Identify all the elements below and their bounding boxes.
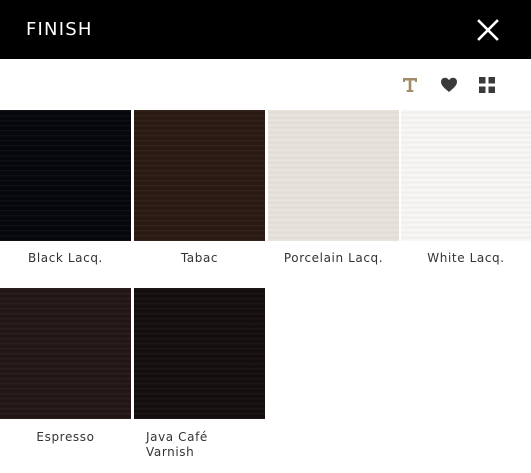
close-icon[interactable] bbox=[476, 18, 500, 42]
swatch-tabac[interactable] bbox=[134, 110, 265, 241]
swatch-label: Tabac bbox=[180, 251, 219, 265]
page-title: FINISH bbox=[26, 19, 93, 40]
view-toolbar bbox=[0, 59, 531, 110]
heart-icon[interactable] bbox=[440, 76, 458, 94]
swatch-white-lacq[interactable] bbox=[401, 110, 531, 241]
swatch-java-cafe-varnish[interactable] bbox=[134, 288, 265, 419]
swatch-label: Black Lacq. bbox=[28, 251, 103, 265]
swatch-black-lacq[interactable] bbox=[0, 110, 131, 241]
finish-header: FINISH bbox=[0, 0, 531, 59]
swatch-label: Porcelain Lacq. bbox=[283, 251, 384, 265]
swatch-porcelain-lacq[interactable] bbox=[268, 110, 399, 241]
swatch-label: Java Café Varnish bbox=[146, 430, 208, 459]
text-icon[interactable] bbox=[401, 76, 419, 94]
swatch-label: Espresso bbox=[36, 430, 95, 444]
swatch-label: White Lacq. bbox=[427, 251, 505, 265]
swatch-espresso[interactable] bbox=[0, 288, 131, 419]
grid-icon[interactable] bbox=[478, 76, 496, 94]
